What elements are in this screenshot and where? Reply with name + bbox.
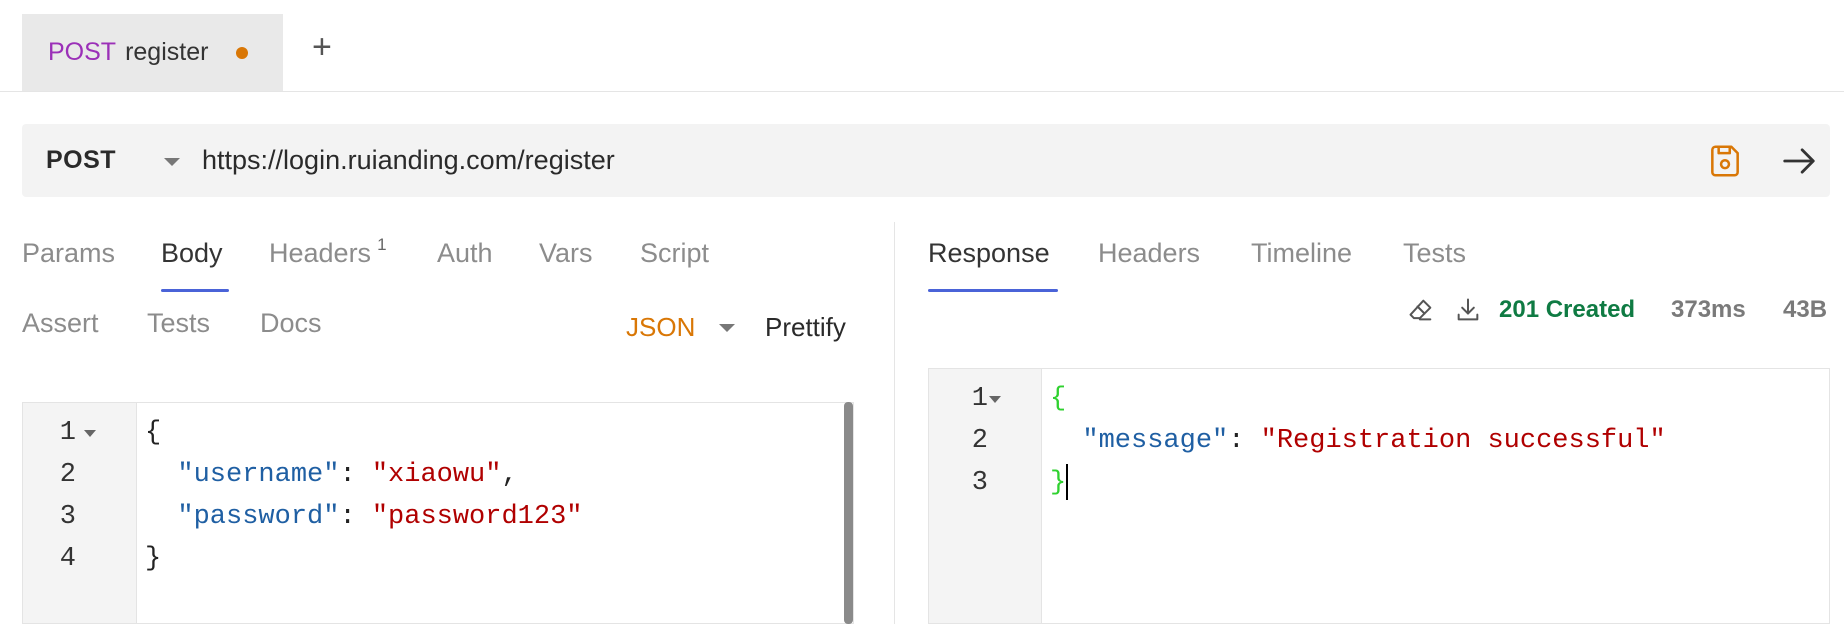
tab-body-underline	[161, 289, 229, 292]
tab-params[interactable]: Params	[22, 238, 115, 269]
request-tab-name: register	[125, 38, 209, 66]
headers-count-badge: 1	[377, 235, 387, 254]
method-select[interactable]: POST	[46, 146, 116, 175]
body-mode-select[interactable]: JSON	[626, 312, 695, 343]
tab-response-headers[interactable]: Headers	[1098, 238, 1200, 269]
arrow-right-icon[interactable]	[1780, 142, 1818, 180]
response-size: 43B	[1783, 296, 1828, 323]
line-number: 3	[59, 502, 76, 532]
json-string: "xiaowu"	[371, 460, 502, 490]
download-icon[interactable]	[1454, 296, 1482, 324]
chevron-down-icon[interactable]	[164, 158, 180, 166]
json-string: "Registration successful"	[1260, 426, 1666, 456]
code-line: }	[1050, 468, 1066, 498]
json-brace: {	[145, 418, 162, 448]
tab-auth[interactable]: Auth	[437, 238, 493, 269]
response-time: 373ms	[1671, 296, 1746, 323]
request-tab-strip: POST register +	[0, 0, 1844, 92]
text-cursor	[1066, 464, 1068, 500]
code-line: }	[145, 544, 161, 574]
tab-body[interactable]: Body	[161, 238, 223, 269]
editor-scrollbar[interactable]	[844, 402, 853, 624]
tab-script[interactable]: Script	[640, 238, 709, 269]
fold-arrow-icon[interactable]	[989, 396, 1001, 403]
tab-response-underline	[928, 289, 1058, 292]
line-number: 1	[59, 418, 76, 448]
line-number: 4	[59, 544, 76, 574]
line-number: 2	[971, 426, 988, 456]
json-key: "username"	[177, 460, 340, 490]
json-key: "password"	[177, 502, 340, 532]
tab-timeline[interactable]: Timeline	[1251, 238, 1352, 269]
tab-headers-label: Headers	[269, 238, 372, 268]
line-number: 3	[971, 468, 988, 498]
tab-headers[interactable]: Headers 1	[269, 235, 387, 269]
code-line: "message": "Registration successful"	[1082, 426, 1666, 456]
status-badge: 201 Created	[1499, 296, 1636, 323]
json-string: "password123"	[371, 502, 583, 532]
url-input[interactable]: https://login.ruianding.com/register	[202, 145, 615, 176]
pane-divider[interactable]	[894, 222, 895, 624]
chevron-down-icon[interactable]	[719, 324, 735, 332]
line-gutter	[23, 403, 137, 623]
tab-vars[interactable]: Vars	[539, 238, 593, 269]
code-line: "username": "xiaowu",	[177, 460, 518, 490]
new-tab-button[interactable]: +	[312, 30, 332, 64]
unsaved-dot-icon	[236, 46, 249, 59]
tab-assert[interactable]: Assert	[22, 308, 99, 339]
json-brace: {	[1050, 384, 1067, 414]
line-number: 1	[971, 384, 988, 414]
code-line: "password": "password123"	[177, 502, 583, 532]
eraser-icon[interactable]	[1407, 296, 1435, 324]
line-number: 2	[59, 460, 76, 490]
json-key: "message"	[1082, 426, 1229, 456]
request-tab-method: POST	[48, 38, 117, 66]
save-icon[interactable]	[1706, 142, 1744, 180]
url-bar: POST https://login.ruianding.com/registe…	[22, 124, 1830, 197]
tab-response[interactable]: Response	[928, 238, 1050, 269]
code-line: {	[145, 418, 161, 448]
prettify-button[interactable]: Prettify	[765, 312, 846, 343]
json-brace: }	[145, 544, 162, 574]
request-tab-register[interactable]: POST register	[22, 14, 283, 91]
code-line: {	[1050, 384, 1066, 414]
tab-tests[interactable]: Tests	[147, 308, 210, 339]
tab-response-tests[interactable]: Tests	[1403, 238, 1466, 269]
fold-arrow-icon[interactable]	[84, 430, 96, 437]
json-brace: }	[1050, 468, 1067, 498]
tab-docs[interactable]: Docs	[260, 308, 322, 339]
